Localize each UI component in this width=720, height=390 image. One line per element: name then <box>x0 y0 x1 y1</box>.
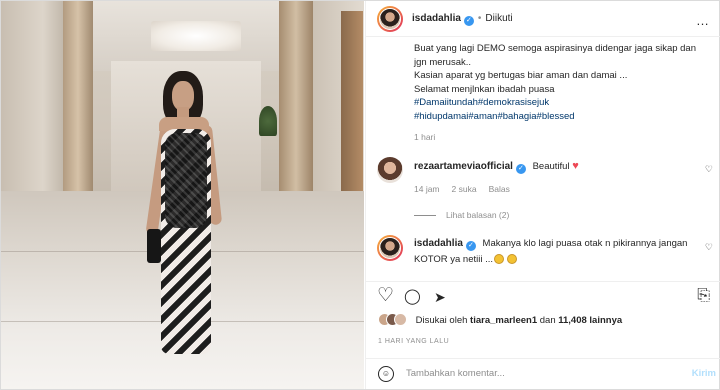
comment-text: Beautiful <box>532 161 570 172</box>
comment-text: Makanya klo lagi puasa otak n pikirannya… <box>482 238 688 249</box>
likes-prefix: Disukai oleh <box>415 315 468 326</box>
author-avatar[interactable] <box>377 6 403 32</box>
comment-likes[interactable]: 2 suka <box>452 184 477 194</box>
like-icon[interactable]: ♡ <box>377 286 394 306</box>
share-icon[interactable]: ➤ <box>434 287 446 307</box>
comment-username[interactable]: isdadahlia <box>414 238 463 249</box>
post-timestamp[interactable]: 1 HARI YANG LALU <box>378 338 449 345</box>
caption-line: Selamat menjlnkan ibadah puasa <box>414 83 555 95</box>
likes-summary: Disukai oleh tiara_marleen1 dan 11,408 l… <box>378 313 622 326</box>
likes-others[interactable]: 11,408 lainnya <box>558 315 622 326</box>
grinning-emoji-icon <box>494 254 505 264</box>
view-replies-button[interactable]: Lihat balasan (2) <box>414 210 509 220</box>
comment-icon[interactable]: ◯ <box>404 287 421 307</box>
caption-line: Kasian aparat yg bertugas biar aman dan … <box>414 70 628 81</box>
photo-person-dress-lace <box>165 133 207 228</box>
follow-status-button[interactable]: Diikuti <box>485 13 512 24</box>
comment-username[interactable]: rezaartameviaofficial <box>414 161 513 172</box>
caption-line: jgn merusak.. <box>414 56 472 68</box>
red-heart-icon: ♥ <box>572 160 579 172</box>
header-separator: • <box>477 13 482 24</box>
likes-connector: dan <box>539 315 556 326</box>
post-comment-button[interactable]: Kirim <box>692 368 716 379</box>
comment: isdadahlia ✓ Makanya klo lagi puasa otak … <box>414 237 710 267</box>
photo-ceiling-light <box>151 21 241 51</box>
comment-age: 14 jam <box>414 184 440 194</box>
verified-icon: ✓ <box>463 16 474 26</box>
photo-plant <box>259 106 277 136</box>
more-options-icon[interactable]: … <box>696 13 710 28</box>
save-icon[interactable]: ⎘ <box>697 286 710 306</box>
post-header-info: isdadahlia ✓ • Diikuti <box>412 13 513 26</box>
photo-person <box>145 71 231 361</box>
commenter-avatar[interactable] <box>377 157 403 183</box>
view-replies-label: Lihat balasan (2) <box>446 210 510 220</box>
comment-like-icon[interactable]: ♡ <box>705 164 713 175</box>
reply-button[interactable]: Balas <box>489 184 510 194</box>
caption-line: Buat yang lagi DEMO semoga aspirasinya d… <box>414 43 696 54</box>
photo-wood-panel <box>341 11 363 201</box>
post-caption: Buat yang lagi DEMO semoga aspirasinya d… <box>414 42 710 123</box>
liker-avatar <box>394 313 407 326</box>
likes-first-user[interactable]: tiara_marleen1 <box>470 315 537 326</box>
caption-age: 1 hari <box>414 132 436 142</box>
caption-hashtags[interactable]: #hidupdamai#aman#bahagia#blessed <box>414 110 710 124</box>
verified-icon: ✓ <box>515 164 526 174</box>
post-photo[interactable] <box>1 1 364 389</box>
commenter-avatar[interactable] <box>377 235 403 261</box>
photo-person-bag <box>147 229 161 263</box>
comment-text: KOTOR ya netiii ... <box>414 254 494 265</box>
comment-meta: 14 jam 2 suka Balas <box>414 184 522 194</box>
author-username[interactable]: isdadahlia <box>412 13 461 24</box>
add-comment-bar: ☺ Tambahkan komentar... Kirim <box>366 358 720 389</box>
comment: rezaartameviaofficial ✓ Beautiful ♥ <box>414 160 710 174</box>
replies-line <box>414 215 436 217</box>
emoji-picker-icon[interactable]: ☺ <box>378 366 394 382</box>
grinning-emoji-icon <box>507 254 518 264</box>
caption-hashtags[interactable]: #Damaiitundah#demokrasisejuk <box>414 96 710 110</box>
post-side-panel: isdadahlia ✓ • Diikuti … Buat yang lagi DEM… <box>365 1 720 389</box>
post-actions: ♡ ◯ ➤ ⎘ <box>366 281 720 309</box>
add-comment-input[interactable]: Tambahkan komentar... <box>406 368 505 379</box>
verified-icon: ✓ <box>465 241 476 251</box>
comment-like-icon[interactable]: ♡ <box>705 242 713 253</box>
post-header: isdadahlia ✓ • Diikuti … <box>366 1 720 37</box>
